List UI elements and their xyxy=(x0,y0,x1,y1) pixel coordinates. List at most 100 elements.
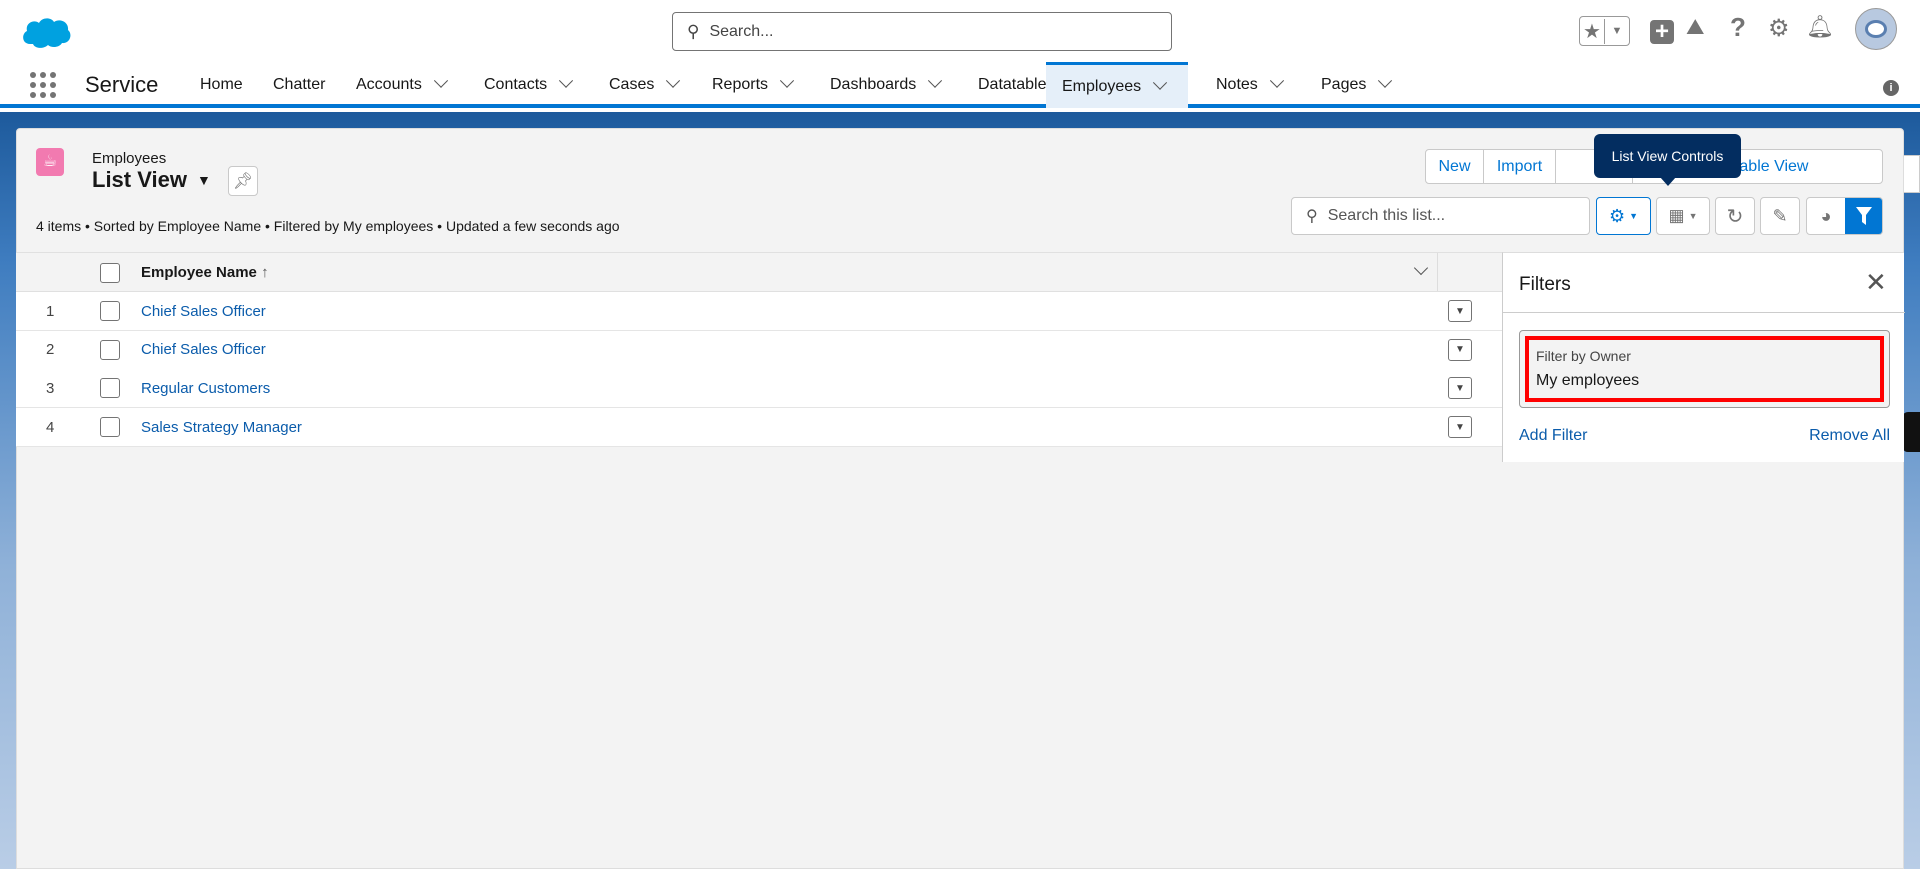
remove-all-link[interactable]: Remove All xyxy=(1809,427,1890,445)
employee-name-link[interactable]: Chief Sales Officer xyxy=(141,303,266,320)
chevron-down-icon[interactable] xyxy=(559,73,574,88)
chevron-down-icon[interactable] xyxy=(779,73,795,88)
nav-item-notes[interactable]: Notes xyxy=(1216,62,1284,108)
employees-object-icon: ☕︎ xyxy=(36,148,64,176)
nav-item-label: Contacts xyxy=(484,76,548,93)
caret-down-icon: ▼ xyxy=(1455,382,1465,394)
filter-label: Filter by Owner xyxy=(1536,348,1631,364)
row-checkbox[interactable] xyxy=(100,301,120,321)
caret-down-icon: ▼ xyxy=(1611,25,1623,37)
bell-icon[interactable]: 🔔︎ xyxy=(1806,14,1834,40)
nav-item-label: Dashboards xyxy=(830,76,917,93)
chevron-down-icon[interactable] xyxy=(1269,73,1284,88)
refresh-button[interactable]: ↻ xyxy=(1715,197,1755,235)
row-number: 4 xyxy=(46,418,55,436)
trailhead-icon[interactable]: ⛰ xyxy=(1686,14,1704,40)
nav-item-label: Cases xyxy=(609,76,655,93)
employee-name-link[interactable]: Chief Sales Officer xyxy=(141,341,266,358)
row-actions-button[interactable]: ▼ xyxy=(1448,300,1472,322)
nav-item-home[interactable]: Home xyxy=(200,62,243,108)
nav-item-label: Pages xyxy=(1321,76,1367,93)
avatar[interactable] xyxy=(1855,8,1897,50)
caret-down-icon: ▼ xyxy=(1629,211,1639,221)
app-name: Service xyxy=(85,72,159,97)
tooltip: List View Controls xyxy=(1594,134,1741,186)
search-icon: ⚲ xyxy=(1306,208,1318,225)
new-button[interactable]: New xyxy=(1426,150,1484,183)
nav-item-reports[interactable]: Reports xyxy=(712,62,795,108)
add-icon[interactable]: + xyxy=(1650,20,1674,44)
close-icon[interactable]: ✕ xyxy=(1865,267,1887,298)
employee-name-link[interactable]: Regular Customers xyxy=(141,380,270,397)
display-as-button[interactable]: ▦ ▼ xyxy=(1656,197,1710,235)
employee-name-link[interactable]: Sales Strategy Manager xyxy=(141,419,302,436)
add-filter-link[interactable]: Add Filter xyxy=(1519,427,1587,445)
nav-item-pages[interactable]: Pages xyxy=(1321,62,1393,108)
filter-button[interactable] xyxy=(1845,198,1882,234)
nav-item-label: Reports xyxy=(712,76,769,93)
favorites-button[interactable]: ★ ▼ xyxy=(1579,16,1630,46)
nav-item-label: Employees xyxy=(1062,77,1142,95)
info-icon[interactable]: i xyxy=(1883,80,1899,96)
column-header-employee-name[interactable]: Employee Name ↑ xyxy=(141,264,269,281)
gear-icon: ⚙ xyxy=(1608,205,1626,226)
row-actions-button[interactable]: ▼ xyxy=(1448,416,1472,439)
row-actions-button[interactable]: ▼ xyxy=(1448,338,1472,361)
row-checkbox[interactable] xyxy=(100,378,120,399)
chevron-down-icon[interactable] xyxy=(433,73,448,88)
chevron-down-icon[interactable] xyxy=(1153,75,1168,90)
select-all-checkbox[interactable] xyxy=(100,263,120,283)
nav-item-employees[interactable]: Employees xyxy=(1046,62,1188,108)
list-view-selector[interactable]: List View ▼ xyxy=(92,167,211,193)
object-name: Employees xyxy=(92,150,167,167)
nav-item-dashboards[interactable]: Dashboards xyxy=(830,62,943,108)
list-search-input[interactable]: ⚲ Search this list... xyxy=(1291,197,1590,235)
pencil-icon: ✎ xyxy=(1772,205,1788,226)
nav-item-contacts[interactable]: Contacts xyxy=(484,62,574,108)
chevron-down-icon[interactable] xyxy=(928,73,943,88)
nav-item-cases[interactable]: Cases xyxy=(609,62,681,108)
chevron-down-icon[interactable] xyxy=(666,73,681,88)
chart-filter-group: ◕ xyxy=(1806,197,1883,235)
gear-icon[interactable]: ⚙ xyxy=(1768,14,1790,43)
help-icon[interactable]: ? xyxy=(1730,12,1746,43)
row-checkbox[interactable] xyxy=(100,339,120,360)
app-launcher-icon[interactable] xyxy=(30,72,56,98)
table-row: 4 Sales Strategy Manager ▼ xyxy=(16,408,1502,448)
filter-by-owner[interactable]: Filter by Owner My employees xyxy=(1519,330,1890,408)
table-row: 1 Chief Sales Officer ▼ xyxy=(16,292,1502,331)
caret-down-icon: ▼ xyxy=(1688,211,1698,221)
salesforce-logo[interactable] xyxy=(20,14,72,50)
nav-item-datatable[interactable]: Datatable xyxy=(978,62,1047,108)
row-checkbox[interactable] xyxy=(100,417,120,438)
list-view-title: List View xyxy=(92,167,187,192)
row-actions-button[interactable]: ▼ xyxy=(1448,377,1472,400)
filters-panel: Filters ✕ Filter by Owner My employees A… xyxy=(1502,252,1905,462)
nav-item-label: Datatable xyxy=(978,76,1047,93)
table-icon: ▦ xyxy=(1668,206,1685,225)
import-button[interactable]: Import xyxy=(1484,150,1556,183)
pin-button[interactable]: 📌︎ xyxy=(228,166,258,196)
caret-down-icon: ▼ xyxy=(1455,305,1465,317)
column-menu-chevron[interactable] xyxy=(1413,260,1429,276)
nav-item-label: Accounts xyxy=(356,76,422,93)
nav-item-chatter[interactable]: Chatter xyxy=(273,62,325,108)
side-handle[interactable] xyxy=(1902,412,1920,452)
global-header: ⚲ Search... ★ ▼ + ⛰ ? ⚙ 🔔︎ xyxy=(0,0,1920,62)
list-view-controls-button[interactable]: ⚙ ▼ xyxy=(1596,197,1651,235)
table-row: 2 Chief Sales Officer ▼ xyxy=(16,330,1502,370)
highlight-box xyxy=(1525,336,1884,402)
nav-item-accounts[interactable]: Accounts xyxy=(356,62,448,108)
filter-icon xyxy=(1855,207,1872,225)
chart-button[interactable]: ◕ xyxy=(1807,198,1845,234)
navigation-bar: Service Home Chatter Accounts Contacts Cases… xyxy=(0,62,1920,108)
caret-down-icon: ▼ xyxy=(1455,344,1465,356)
filters-title: Filters xyxy=(1519,274,1571,295)
nav-item-label: Chatter xyxy=(273,76,326,93)
global-search-input[interactable]: ⚲ Search... xyxy=(672,12,1172,51)
refresh-icon: ↻ xyxy=(1726,205,1744,228)
table-header: Employee Name ↑ xyxy=(16,252,1502,292)
edit-columns-button[interactable]: ✎ xyxy=(1760,197,1800,235)
chevron-down-icon[interactable] xyxy=(1378,73,1393,88)
table-row: 3 Regular Customers ▼ xyxy=(16,369,1502,409)
